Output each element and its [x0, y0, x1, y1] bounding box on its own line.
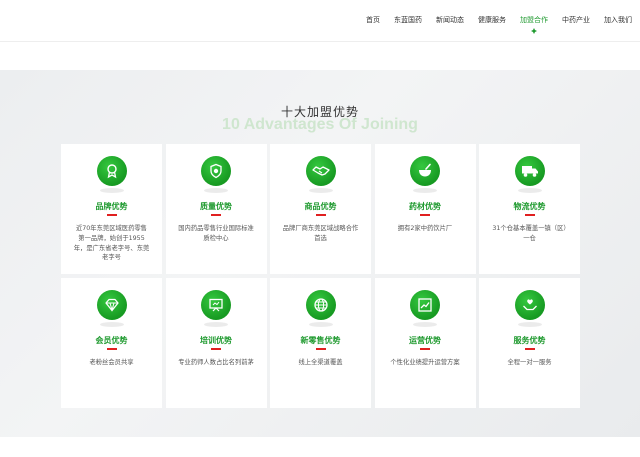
globe-icon: [305, 290, 336, 320]
advantages-grid: 品牌优势 近70年东莞区域医药零售第一品牌，始创于1955年，是广东省老字号、东…: [61, 144, 580, 408]
title-underline: [315, 214, 326, 216]
advantage-card-brand: 品牌优势 近70年东莞区域医药零售第一品牌，始创于1955年，是广东省老字号、东…: [61, 144, 162, 274]
title-underline: [315, 348, 326, 350]
nav-tcm-industry[interactable]: 中药产业: [562, 15, 590, 25]
advantage-desc: 品牌厂商东莞区域战略合作首选: [282, 225, 359, 242]
advantage-title: 新零售优势: [300, 336, 341, 345]
handshake-icon: [305, 156, 336, 186]
section-subtitle: 10 Advantages Of Joining: [222, 116, 418, 133]
nav-franchise-label: 加盟合作: [520, 16, 548, 24]
nav-join-us[interactable]: 加入我们: [604, 15, 632, 25]
advantage-card-new-retail: 新零售优势 线上全渠道覆盖: [270, 278, 371, 408]
advantage-desc: 专业药师人数占比名列前茅: [178, 359, 254, 366]
advantage-desc: 拥有2家中药饮片厂: [397, 225, 453, 232]
nav-health-service[interactable]: 健康服务: [478, 15, 506, 25]
presentation-icon: [201, 290, 231, 320]
advantages-section: 十大加盟优势 10 Advantages Of Joining 品牌优势 近70…: [0, 70, 640, 437]
site-header: 首页 东蓝国药 新闻动态 健康服务 加盟合作 中药产业 加入我们: [0, 0, 640, 42]
advantage-desc: 个性化业绩提升运营方案: [390, 359, 460, 366]
title-underline: [524, 214, 535, 216]
main-nav: 首页 东蓝国药 新闻动态 健康服务 加盟合作 中药产业 加入我们: [366, 15, 632, 34]
title-underline: [420, 348, 430, 350]
advantage-desc: 线上全渠道覆盖: [298, 359, 343, 366]
advantage-desc: 31个仓基本覆盖一镇（区）一仓: [492, 225, 567, 242]
care-hands-icon: [514, 290, 545, 320]
diamond-icon: [96, 290, 127, 320]
advantage-title: 会员优势: [95, 336, 128, 345]
medal-icon: [96, 156, 127, 186]
title-underline: [211, 348, 221, 350]
advantage-card-service: 服务优势 全程一对一服务: [479, 278, 580, 408]
active-indicator-icon: [531, 28, 537, 34]
title-underline: [106, 214, 117, 216]
truck-icon: [514, 156, 545, 186]
chart-icon: [410, 290, 440, 320]
shield-check-icon: [201, 156, 231, 186]
advantage-title: 运营优势: [409, 336, 441, 345]
advantage-title: 质量优势: [200, 202, 232, 211]
title-underline: [420, 214, 430, 216]
advantage-card-operations: 运营优势 个性化业绩提升运营方案: [374, 278, 476, 408]
title-underline: [211, 214, 221, 216]
advantage-title: 品牌优势: [95, 202, 128, 211]
advantage-desc: 国内药品零售行业国际标准质检中心: [178, 225, 254, 242]
advantage-card-herbs: 药材优势 拥有2家中药饮片厂: [374, 144, 476, 274]
advantage-desc: 近70年东莞区域医药零售第一品牌，始创于1955年，是广东省老字号、东莞老字号: [73, 225, 150, 262]
title-underline: [106, 348, 117, 350]
advantage-desc: 老粉丝会员共享: [89, 359, 134, 366]
mortar-icon: [410, 156, 440, 186]
advantage-title: 商品优势: [304, 202, 337, 211]
advantage-title: 药材优势: [409, 202, 441, 211]
title-underline: [524, 348, 535, 350]
nav-home[interactable]: 首页: [366, 15, 380, 25]
advantage-desc: 全程一对一服务: [507, 359, 552, 366]
advantage-title: 服务优势: [513, 336, 546, 345]
advantage-title: 物流优势: [513, 202, 546, 211]
advantage-card-membership: 会员优势 老粉丝会员共享: [61, 278, 162, 408]
advantage-card-training: 培训优势 专业药师人数占比名列前茅: [165, 278, 267, 408]
advantage-card-product: 商品优势 品牌厂商东莞区域战略合作首选: [270, 144, 371, 274]
advantage-card-logistics: 物流优势 31个仓基本覆盖一镇（区）一仓: [479, 144, 580, 274]
nav-about[interactable]: 东蓝国药: [394, 15, 422, 25]
nav-news[interactable]: 新闻动态: [436, 15, 464, 25]
advantage-card-quality: 质量优势 国内药品零售行业国际标准质检中心: [165, 144, 267, 274]
nav-franchise[interactable]: 加盟合作: [520, 15, 548, 34]
advantage-title: 培训优势: [200, 336, 232, 345]
